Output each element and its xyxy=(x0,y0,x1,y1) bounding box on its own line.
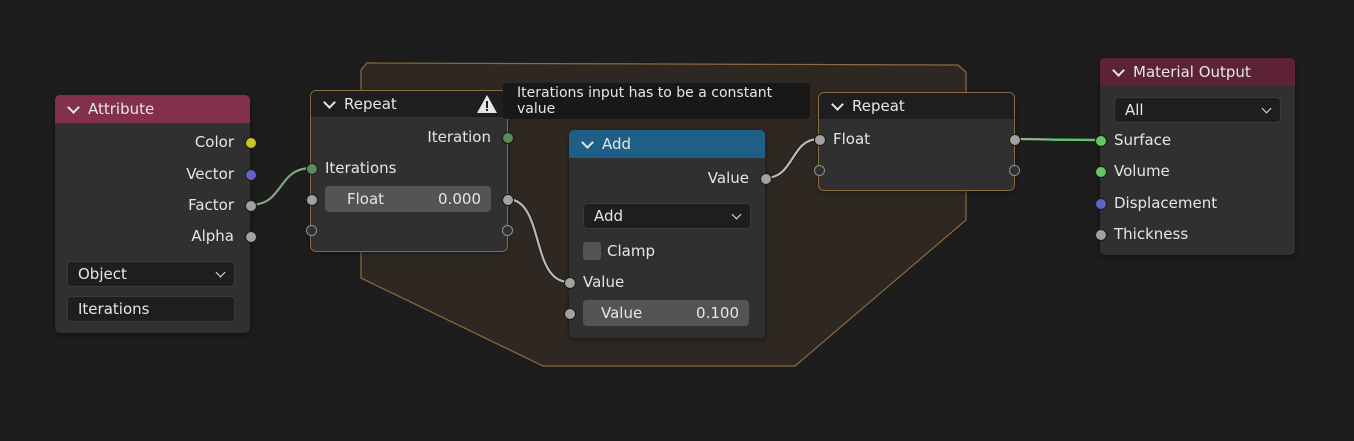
node-title: Material Output xyxy=(1133,63,1251,81)
output-alpha-label: Alpha xyxy=(191,227,234,245)
float-value-field[interactable]: Float 0.000 xyxy=(325,186,491,212)
warning-icon xyxy=(477,95,497,113)
repeat-output-header[interactable]: Repeat xyxy=(819,93,1014,119)
math-operation-dropdown[interactable]: Add xyxy=(583,203,751,229)
socket-repeat-float-in[interactable] xyxy=(814,134,826,146)
node-title: Attribute xyxy=(88,100,155,118)
socket-float-in[interactable] xyxy=(306,194,318,206)
float-label: Float xyxy=(833,130,871,148)
socket-extend-in[interactable] xyxy=(306,225,317,236)
socket-add-value2-in[interactable] xyxy=(564,308,576,320)
chevron-down-icon xyxy=(731,209,742,219)
collapse-chevron-icon[interactable] xyxy=(323,95,336,109)
socket-iterations[interactable] xyxy=(306,163,318,175)
socket-displacement[interactable] xyxy=(1095,198,1107,210)
socket-vector[interactable] xyxy=(245,169,257,181)
socket-add-value-out[interactable] xyxy=(760,173,772,185)
collapse-chevron-icon[interactable] xyxy=(1112,63,1125,77)
socket-repeat-float-out[interactable] xyxy=(1009,134,1021,146)
attribute-node-header[interactable]: Attribute xyxy=(55,95,250,123)
repeat-input-node[interactable]: Repeat Iteration Iterations Float 0.000 xyxy=(310,90,508,252)
displacement-label: Displacement xyxy=(1114,194,1218,212)
socket-repeat-extend-in[interactable] xyxy=(814,165,825,176)
iterations-input-label: Iterations xyxy=(325,159,397,177)
add-node-header[interactable]: Add xyxy=(569,130,765,158)
output-color-label: Color xyxy=(194,133,234,151)
socket-repeat-extend-out[interactable] xyxy=(1009,165,1020,176)
socket-add-value-in[interactable] xyxy=(564,277,576,289)
attribute-name-field[interactable]: Iterations xyxy=(67,296,235,322)
output-factor-label: Factor xyxy=(188,196,234,214)
chevron-down-icon xyxy=(215,267,226,277)
collapse-chevron-icon[interactable] xyxy=(831,97,844,111)
add-input-label: Value xyxy=(583,273,625,291)
volume-label: Volume xyxy=(1114,162,1170,180)
socket-alpha[interactable] xyxy=(245,231,257,243)
socket-extend-out[interactable] xyxy=(502,225,513,236)
clamp-label: Clamp xyxy=(607,242,655,260)
socket-thickness[interactable] xyxy=(1095,229,1107,241)
warning-tooltip: Iterations input has to be a constant va… xyxy=(503,83,810,119)
socket-surface[interactable] xyxy=(1095,135,1107,147)
attribute-node[interactable]: Attribute Color Vector Factor Alpha Obje… xyxy=(55,95,250,333)
node-title: Repeat xyxy=(852,97,905,115)
add-value-field[interactable]: Value 0.100 xyxy=(583,300,749,326)
collapse-chevron-icon[interactable] xyxy=(67,100,80,114)
repeat-output-node[interactable]: Repeat Float xyxy=(818,92,1015,191)
chevron-down-icon xyxy=(1261,103,1272,113)
add-node[interactable]: Add Value Add Clamp Value Value 0.100 xyxy=(569,130,765,338)
iteration-output-label: Iteration xyxy=(427,128,491,146)
material-output-node[interactable]: Material Output All Surface Volume Displ… xyxy=(1100,58,1295,255)
collapse-chevron-icon[interactable] xyxy=(581,135,594,149)
add-output-label: Value xyxy=(707,169,749,187)
socket-volume[interactable] xyxy=(1095,166,1107,178)
render-target-dropdown[interactable]: All xyxy=(1114,97,1281,123)
attribute-type-dropdown[interactable]: Object xyxy=(67,261,235,287)
socket-factor[interactable] xyxy=(245,200,257,212)
surface-label: Surface xyxy=(1114,131,1172,149)
thickness-label: Thickness xyxy=(1114,225,1189,243)
socket-color[interactable] xyxy=(245,137,257,149)
socket-iteration[interactable] xyxy=(502,132,514,144)
socket-float-out[interactable] xyxy=(502,194,514,206)
node-title: Add xyxy=(602,135,632,153)
output-vector-label: Vector xyxy=(186,165,234,183)
clamp-checkbox[interactable] xyxy=(583,242,601,260)
material-output-header[interactable]: Material Output xyxy=(1100,58,1295,86)
node-title: Repeat xyxy=(344,95,397,113)
